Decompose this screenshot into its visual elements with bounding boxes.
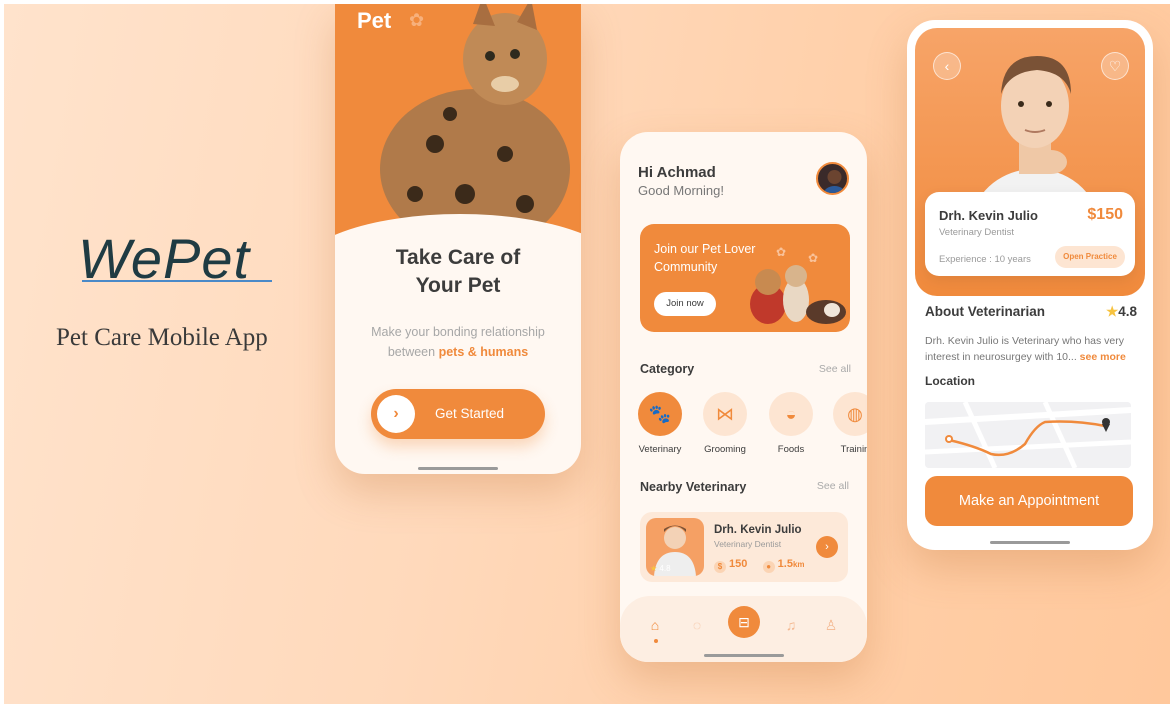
shop-icon[interactable]: ⊟ <box>728 606 760 638</box>
home-icon[interactable]: ⌂ <box>644 614 666 636</box>
food-bowl-icon: ◒ <box>769 392 813 436</box>
chevron-right-icon: › <box>377 395 415 433</box>
vet-price: 150 <box>729 558 748 570</box>
presentation-canvas: WePet Pet Care Mobile App Pet ✿ Take Car… <box>4 4 1170 704</box>
star-icon: ★ <box>1106 304 1119 319</box>
chevron-right-icon[interactable]: › <box>816 536 838 558</box>
make-appointment-button[interactable]: Make an Appointment <box>925 476 1133 526</box>
vet-rating: ★4.8 <box>1106 304 1137 320</box>
vet-meta: $150 ● 1.5km <box>714 558 805 573</box>
onboarding-screen: Pet ✿ Take Care of Your Pet Make your bo… <box>335 4 581 474</box>
home-indicator <box>704 654 784 657</box>
greeting-title: Hi Achmad <box>638 164 716 181</box>
brand-underline <box>82 280 272 282</box>
back-button[interactable]: ‹ <box>933 52 961 80</box>
vet-rating-badge: ★ 4.8 <box>650 564 671 573</box>
category-training[interactable]: ◍ Trainin <box>825 392 867 455</box>
category-grooming[interactable]: ⋈ Grooming <box>695 392 755 455</box>
onboarding-hero: Pet ✿ <box>335 4 581 236</box>
avatar[interactable] <box>816 162 849 195</box>
active-tab-indicator <box>654 639 658 643</box>
vet-name: Drh. Kevin Julio <box>939 208 1038 223</box>
nearby-title: Nearby Veterinary <box>640 480 747 494</box>
vet-card[interactable]: ★ 4.8 Drh. Kevin Julio Veterinary Dentis… <box>640 512 848 582</box>
paw-icon: 🐾 <box>638 392 682 436</box>
title-line-1: Take Care of <box>395 246 521 269</box>
pets-illustration: ✿ ✿ <box>750 245 846 324</box>
category-veterinary[interactable]: 🐾 Veterinary <box>630 392 690 455</box>
chat-icon[interactable]: ◌ <box>686 614 708 636</box>
svg-text:✿: ✿ <box>808 251 818 265</box>
location-title: Location <box>925 374 975 388</box>
vet-price: $150 <box>1087 206 1123 223</box>
bow-icon: ⋈ <box>703 392 747 436</box>
avatar-image <box>823 170 846 193</box>
vet-role: Veterinary Dentist <box>939 227 1014 238</box>
category-see-all-link[interactable]: See all <box>819 363 851 375</box>
bell-icon[interactable]: ♫ <box>780 614 802 636</box>
paw-icon: ✿ <box>409 10 425 30</box>
category-label: Veterinary <box>638 444 682 455</box>
open-practice-button[interactable]: Open Practice <box>1055 246 1125 268</box>
location-map[interactable] <box>925 402 1131 468</box>
get-started-button[interactable]: › Get Started <box>371 389 545 439</box>
get-started-label: Get Started <box>435 406 505 421</box>
vet-name: Drh. Kevin Julio <box>714 524 802 536</box>
onboarding-description: Make your bonding relationship between p… <box>335 322 581 362</box>
category-foods[interactable]: ◒ Foods <box>761 392 821 455</box>
join-now-button[interactable]: Join now <box>654 292 716 316</box>
vet-distance-unit: km <box>792 560 805 569</box>
ball-icon: ◍ <box>833 392 867 436</box>
home-indicator <box>418 467 498 470</box>
dollar-icon: $ <box>714 561 726 573</box>
vet-experience: Experience : 10 years <box>939 254 1031 265</box>
category-title: Category <box>640 362 695 376</box>
desc-line-2: between pets & humans <box>335 342 581 362</box>
desc-highlight: pets & humans <box>438 345 529 359</box>
title-line-2: Your Pet <box>415 274 501 297</box>
vet-distance: 1.5 <box>777 558 793 570</box>
vet-role: Veterinary Dentist <box>714 539 782 549</box>
desc-line-1: Make your bonding relationship <box>371 325 545 339</box>
nearby-see-all-link[interactable]: See all <box>817 480 849 492</box>
svg-text:✿: ✿ <box>776 245 786 259</box>
see-more-link[interactable]: see more <box>1080 351 1126 363</box>
location-pin-icon: ● <box>762 561 775 573</box>
about-text: Drh. Kevin Julio is Veterinary who has v… <box>925 333 1141 365</box>
vet-photo: ★ 4.8 <box>646 518 704 576</box>
greeting-subtitle: Good Morning! <box>638 183 724 198</box>
bottom-tab-bar: ⌂ ◌ ⊟ ♫ ♙ <box>620 596 867 662</box>
cat-illustration <box>380 4 570 234</box>
home-screen: Hi Achmad Good Morning! Join our Pet Lov… <box>620 132 867 662</box>
vet-info-card: Drh. Kevin Julio $150 Veterinary Dentist… <box>925 192 1135 276</box>
onboarding-title: Take Care of Your Pet <box>335 244 581 300</box>
favorite-button[interactable]: ♡ <box>1101 52 1129 80</box>
category-label: Foods <box>777 444 805 455</box>
desc-prefix: between <box>387 345 439 359</box>
home-indicator <box>990 541 1070 544</box>
brand-subtitle: Pet Care Mobile App <box>56 324 268 351</box>
about-title: About Veterinarian <box>925 304 1046 319</box>
vet-detail-screen: ‹ ♡ Drh. Kevin Julio $150 Veterinary Den… <box>907 20 1153 550</box>
rating-value: 4.8 <box>1118 304 1137 319</box>
category-label: Grooming <box>704 444 746 455</box>
onboarding-logo: Pet <box>357 8 392 33</box>
map-route <box>925 402 1131 468</box>
profile-icon[interactable]: ♙ <box>820 614 842 636</box>
vet-rating: 4.8 <box>659 564 671 573</box>
community-banner[interactable]: Join our Pet Lover Community Join now ✿ … <box>640 224 850 332</box>
category-label: Trainin <box>840 444 867 455</box>
